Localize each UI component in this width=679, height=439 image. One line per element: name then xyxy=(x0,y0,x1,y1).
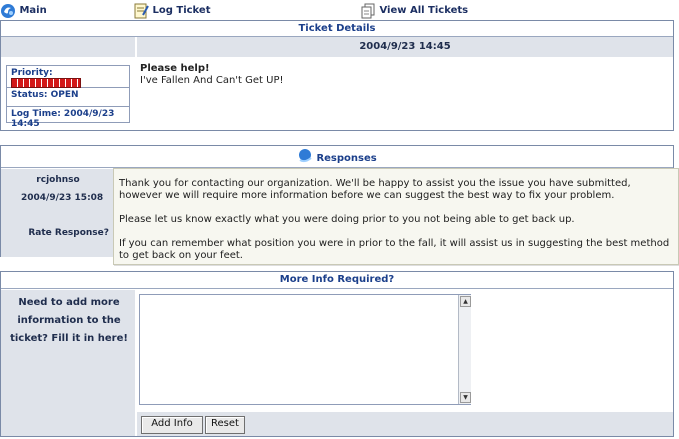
rate-response-link[interactable]: Rate Response? xyxy=(1,228,109,238)
tooltip-paragraph-1: Thank you for contacting our organizatio… xyxy=(119,178,631,201)
ticket-meta-box: Priority: Status: OPEN Log Time: 2004/9/… xyxy=(6,65,130,129)
tooltip-paragraph-3: If you can remember what position you we… xyxy=(119,238,670,261)
ticket-body: I've Fallen And Can't Get UP! xyxy=(140,75,284,86)
more-info-button-row: Add Info Reset xyxy=(137,412,673,436)
more-info-prompt: Need to add more information to the tick… xyxy=(10,297,128,344)
ticket-subject: Please help! xyxy=(140,63,210,74)
status-text: Status: OPEN xyxy=(7,88,129,107)
nav-log-ticket-link[interactable]: Log Ticket xyxy=(133,3,211,19)
nav-view-all-link[interactable]: View All Tickets xyxy=(360,3,468,19)
ticket-details-title: Ticket Details xyxy=(1,21,673,37)
response-tooltip: Thank you for contacting our organizatio… xyxy=(113,168,679,265)
log-time-text: Log Time: 2004/9/23 14:45 xyxy=(11,109,115,129)
ticket-date: 2004/9/23 14:45 xyxy=(137,37,673,57)
priority-row: Priority: xyxy=(7,66,129,88)
nav-view-all-label: View All Tickets xyxy=(379,5,469,16)
responses-header: Responses xyxy=(1,146,673,168)
reset-button[interactable]: Reset xyxy=(205,416,245,434)
responses-icon xyxy=(297,148,313,167)
textarea-scrollbar[interactable]: ▲ ▼ xyxy=(458,295,471,404)
scroll-up-icon[interactable]: ▲ xyxy=(460,296,471,307)
responder-column: rcjohnso 2004/9/23 15:08 Rate Response? xyxy=(1,169,115,257)
more-info-left-column: Need to add more information to the tick… xyxy=(1,290,135,436)
ticket-left-header xyxy=(1,37,135,57)
ticket-details-panel: Ticket Details 2004/9/23 14:45 Priority:… xyxy=(0,20,674,131)
more-info-textarea-value xyxy=(143,297,453,397)
tooltip-paragraph-2: Please let us know exactly what you were… xyxy=(119,214,575,225)
ticket-message: Please help! I've Fallen And Can't Get U… xyxy=(140,63,660,87)
nav-main-link[interactable]: Main xyxy=(0,3,47,19)
responses-title: Responses xyxy=(316,153,377,164)
add-info-button[interactable]: Add Info xyxy=(141,416,203,434)
priority-bar xyxy=(11,78,81,88)
more-info-title: More Info Required? xyxy=(1,272,673,289)
nav-log-ticket-label: Log Ticket xyxy=(152,5,211,16)
priority-label: Priority: xyxy=(11,68,53,78)
more-info-textarea[interactable]: ▲ ▼ xyxy=(139,294,471,405)
nav-main-label: Main xyxy=(19,5,47,16)
response-date: 2004/9/23 15:08 xyxy=(21,193,104,203)
responder-user: rcjohnso xyxy=(36,175,80,185)
scroll-down-icon[interactable]: ▼ xyxy=(460,392,471,403)
